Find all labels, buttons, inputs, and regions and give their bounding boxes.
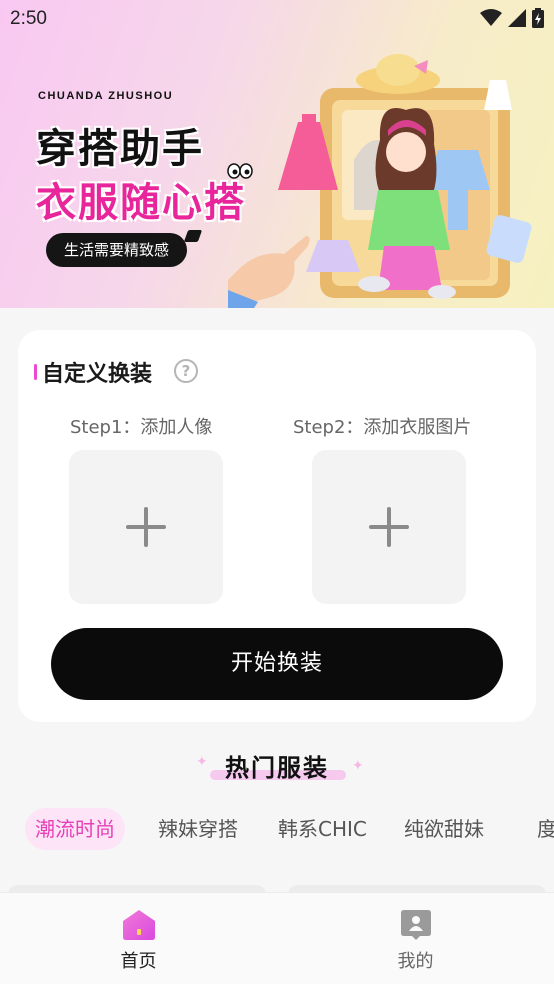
- signal-icon: [508, 9, 526, 27]
- banner: 2:50 CHUANDA ZHUSHOU 穿搭助手 衣服随心搭 生活需要精致感: [0, 0, 554, 308]
- add-clothes-image-button[interactable]: [312, 450, 466, 604]
- step1-label: Step1：添加人像: [70, 417, 213, 438]
- tagline-bubble-tail: [183, 230, 203, 242]
- tab-pure-sweet[interactable]: 纯欲甜妹: [404, 808, 484, 850]
- tagline-badge: 生活需要精致感: [46, 233, 188, 267]
- section-title-accent: [34, 364, 37, 380]
- status-bar: 2:50: [0, 0, 554, 38]
- tab-more[interactable]: 度: [537, 808, 554, 850]
- status-icons: [480, 8, 544, 28]
- hot-section-title: 热门服装: [225, 754, 329, 782]
- status-time: 2:50: [10, 8, 47, 29]
- profile-icon: [401, 910, 431, 940]
- help-icon[interactable]: ?: [174, 359, 198, 383]
- custom-dressup-card: 自定义换装 ? Step1：添加人像 Step2：添加衣服图片 开始换装: [18, 330, 536, 722]
- plus-icon: [126, 507, 166, 547]
- step2-label: Step2：添加衣服图片: [293, 417, 472, 438]
- brand-title: 穿搭助手: [36, 126, 204, 172]
- nav-label-home: 首页: [120, 951, 157, 972]
- add-portrait-button[interactable]: [69, 450, 223, 604]
- nav-label-profile: 我的: [397, 951, 434, 972]
- tab-korean-chic[interactable]: 韩系CHIC: [278, 808, 367, 850]
- plus-icon: [369, 507, 409, 547]
- banner-illustration: [228, 54, 532, 308]
- tab-trendy-fashion[interactable]: 潮流时尚: [25, 808, 125, 850]
- battery-icon: [532, 8, 544, 28]
- brand-subtitle: 衣服随心搭: [36, 180, 246, 226]
- tab-hot-girl-outfits[interactable]: 辣妹穿搭: [158, 808, 238, 850]
- hot-section-header: 热门服装: [0, 748, 554, 783]
- start-dressup-button[interactable]: 开始换装: [51, 628, 503, 700]
- nav-item-profile[interactable]: 我的: [277, 893, 554, 984]
- wifi-icon: [480, 9, 502, 26]
- category-tabs: 潮流时尚 辣妹穿搭 韩系CHIC 纯欲甜妹 度: [0, 808, 554, 852]
- bottom-navigation: 首页 我的: [0, 892, 554, 984]
- brand-english-name: CHUANDA ZHUSHOU: [38, 90, 174, 102]
- home-icon: [123, 910, 155, 940]
- custom-section-title: 自定义换装: [42, 362, 153, 387]
- nav-item-home[interactable]: 首页: [0, 893, 277, 984]
